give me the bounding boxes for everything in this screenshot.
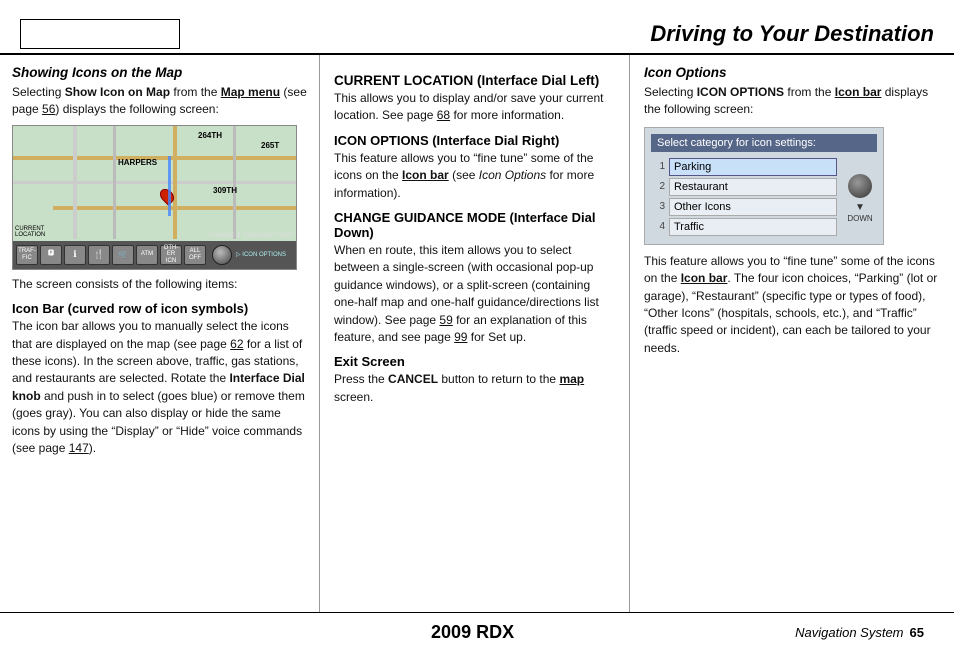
page56-link[interactable]: 56 — [42, 102, 55, 116]
header: Driving to Your Destination — [0, 0, 954, 55]
map-label-harpers: HARPERS — [118, 158, 157, 167]
col-right: Icon Options Selecting ICON OPTIONS from… — [630, 55, 954, 612]
left-intro-text2: from the — [170, 85, 221, 99]
page99-link[interactable]: 99 — [454, 330, 467, 344]
down-arrow-label: ▼DOWN — [847, 202, 872, 224]
icon-options-screenshot: Select category for icon settings: 1 Par… — [644, 127, 884, 245]
icon-option-3[interactable]: 3 Other Icons — [651, 198, 837, 216]
show-icon-bold: Show Icon on Map — [65, 85, 170, 99]
map-label-265t: 265T — [261, 141, 279, 150]
icon-options-content: 1 Parking 2 Restaurant 3 Other Icons 4 T… — [651, 156, 877, 238]
map-btn-all-off[interactable]: ALLOFF — [184, 245, 206, 265]
icon-option-4[interactable]: 4 Traffic — [651, 218, 837, 236]
icon-bar-heading: Icon Bar (curved row of icon symbols) — [12, 301, 307, 316]
cancel-label: CANCEL — [388, 372, 438, 386]
page62-link[interactable]: 62 — [230, 337, 243, 351]
icon-option-1[interactable]: 1 Parking — [651, 158, 837, 176]
map-menu-link[interactable]: Map menu — [221, 85, 280, 99]
content-area: Showing Icons on the Map Selecting Show … — [0, 55, 954, 612]
icon-bar-right-link[interactable]: Icon bar — [835, 85, 882, 99]
right-intro: Selecting ICON OPTIONS from the Icon bar… — [644, 84, 940, 119]
map-btn4[interactable]: 🍴 — [88, 245, 110, 265]
nav-system-label: Navigation System — [795, 625, 903, 640]
left-intro-text4: ) displays the following screen: — [55, 102, 218, 116]
map-btn3[interactable]: ℹ — [64, 245, 86, 265]
mid-heading4: Exit Screen — [334, 354, 615, 369]
map-btn6[interactable]: ATM — [136, 245, 158, 265]
icon-bar-text4: ). — [89, 441, 96, 455]
icon-options-bold: ICON OPTIONS — [697, 85, 784, 99]
page147-link[interactable]: 147 — [69, 441, 89, 455]
footer: 2009 RDX Navigation System 65 — [0, 612, 954, 652]
screen-desc: The screen consists of the following ite… — [12, 276, 307, 293]
left-section-title: Showing Icons on the Map — [12, 65, 307, 80]
icon-bar-text3: and push in to select (goes blue) or rem… — [12, 389, 305, 455]
page-number: 65 — [910, 625, 924, 640]
interface-dial-knob[interactable] — [212, 245, 232, 265]
icon-options-screen-title: Select category for icon settings: — [651, 134, 877, 152]
map-bottom-bar: TRAF-FIC 🅿 ℹ 🍴 🛒 ATM OTH-ERICN ALLOFF ▷ … — [13, 241, 296, 269]
icon-bar-body: The icon bar allows you to manually sele… — [12, 318, 307, 457]
mid-text3: When en route, this item allows you to s… — [334, 242, 615, 346]
map-btn2[interactable]: 🅿 — [40, 245, 62, 265]
page68-link[interactable]: 68 — [437, 108, 450, 122]
icon-options-knob[interactable] — [848, 174, 872, 198]
page-title: Driving to Your Destination — [650, 21, 934, 47]
page59-link[interactable]: 59 — [439, 313, 452, 327]
map-link[interactable]: map — [559, 372, 584, 386]
mid-heading2: ICON OPTIONS (Interface Dial Right) — [334, 133, 615, 148]
icon-option-2[interactable]: 2 Restaurant — [651, 178, 837, 196]
map-icon-options-label: ▷ ICON OPTIONS — [236, 251, 286, 258]
icon-options-list: 1 Parking 2 Restaurant 3 Other Icons 4 T… — [651, 156, 837, 238]
map-btn5[interactable]: 🛒 — [112, 245, 134, 265]
right-desc: This feature allows you to “fine tune” s… — [644, 253, 940, 357]
current-location-label: CURRENTLOCATION — [15, 226, 45, 239]
map-btn-other[interactable]: OTH-ERICN — [160, 245, 182, 265]
map-label-264th: 264TH — [198, 131, 222, 140]
mid-text2: This feature allows you to “fine tune” s… — [334, 150, 615, 202]
footer-center-text: 2009 RDX — [431, 622, 514, 643]
left-intro: Selecting Show Icon on Map from the Map … — [12, 84, 307, 119]
mid-heading3: CHANGE GUIDANCE MODE (Interface Dial Dow… — [334, 210, 615, 240]
icon-bar-desc-link[interactable]: Icon bar — [681, 271, 728, 285]
map-label-309th: 309TH — [213, 186, 237, 195]
footer-right: Navigation System 65 — [795, 625, 924, 640]
icon-opts-link[interactable]: Icon Options — [479, 168, 546, 182]
header-box — [20, 19, 180, 49]
icon-knob-area: ▼DOWN — [843, 156, 877, 238]
mid-heading1: CURRENT LOCATION (Interface Dial Left) — [334, 73, 615, 88]
col-left: Showing Icons on the Map Selecting Show … — [0, 55, 320, 612]
traffic-btn[interactable]: TRAF-FIC — [16, 245, 38, 265]
mid-text1: This allows you to display and/or save y… — [334, 90, 615, 125]
map-screenshot: HARPERS 264TH 265T 309TH TRAF-FIC 🅿 ℹ 🍴 … — [12, 125, 297, 270]
change-guidance-label: CHANGE ⬆ GUIDANCE MODE — [209, 233, 294, 240]
col-mid: CURRENT LOCATION (Interface Dial Left) T… — [320, 55, 630, 612]
icon-bar-link[interactable]: Icon bar — [402, 168, 449, 182]
right-section-title: Icon Options — [644, 65, 940, 80]
left-intro-text1: Selecting — [12, 85, 65, 99]
mid-text4: Press the CANCEL button to return to the… — [334, 371, 615, 406]
